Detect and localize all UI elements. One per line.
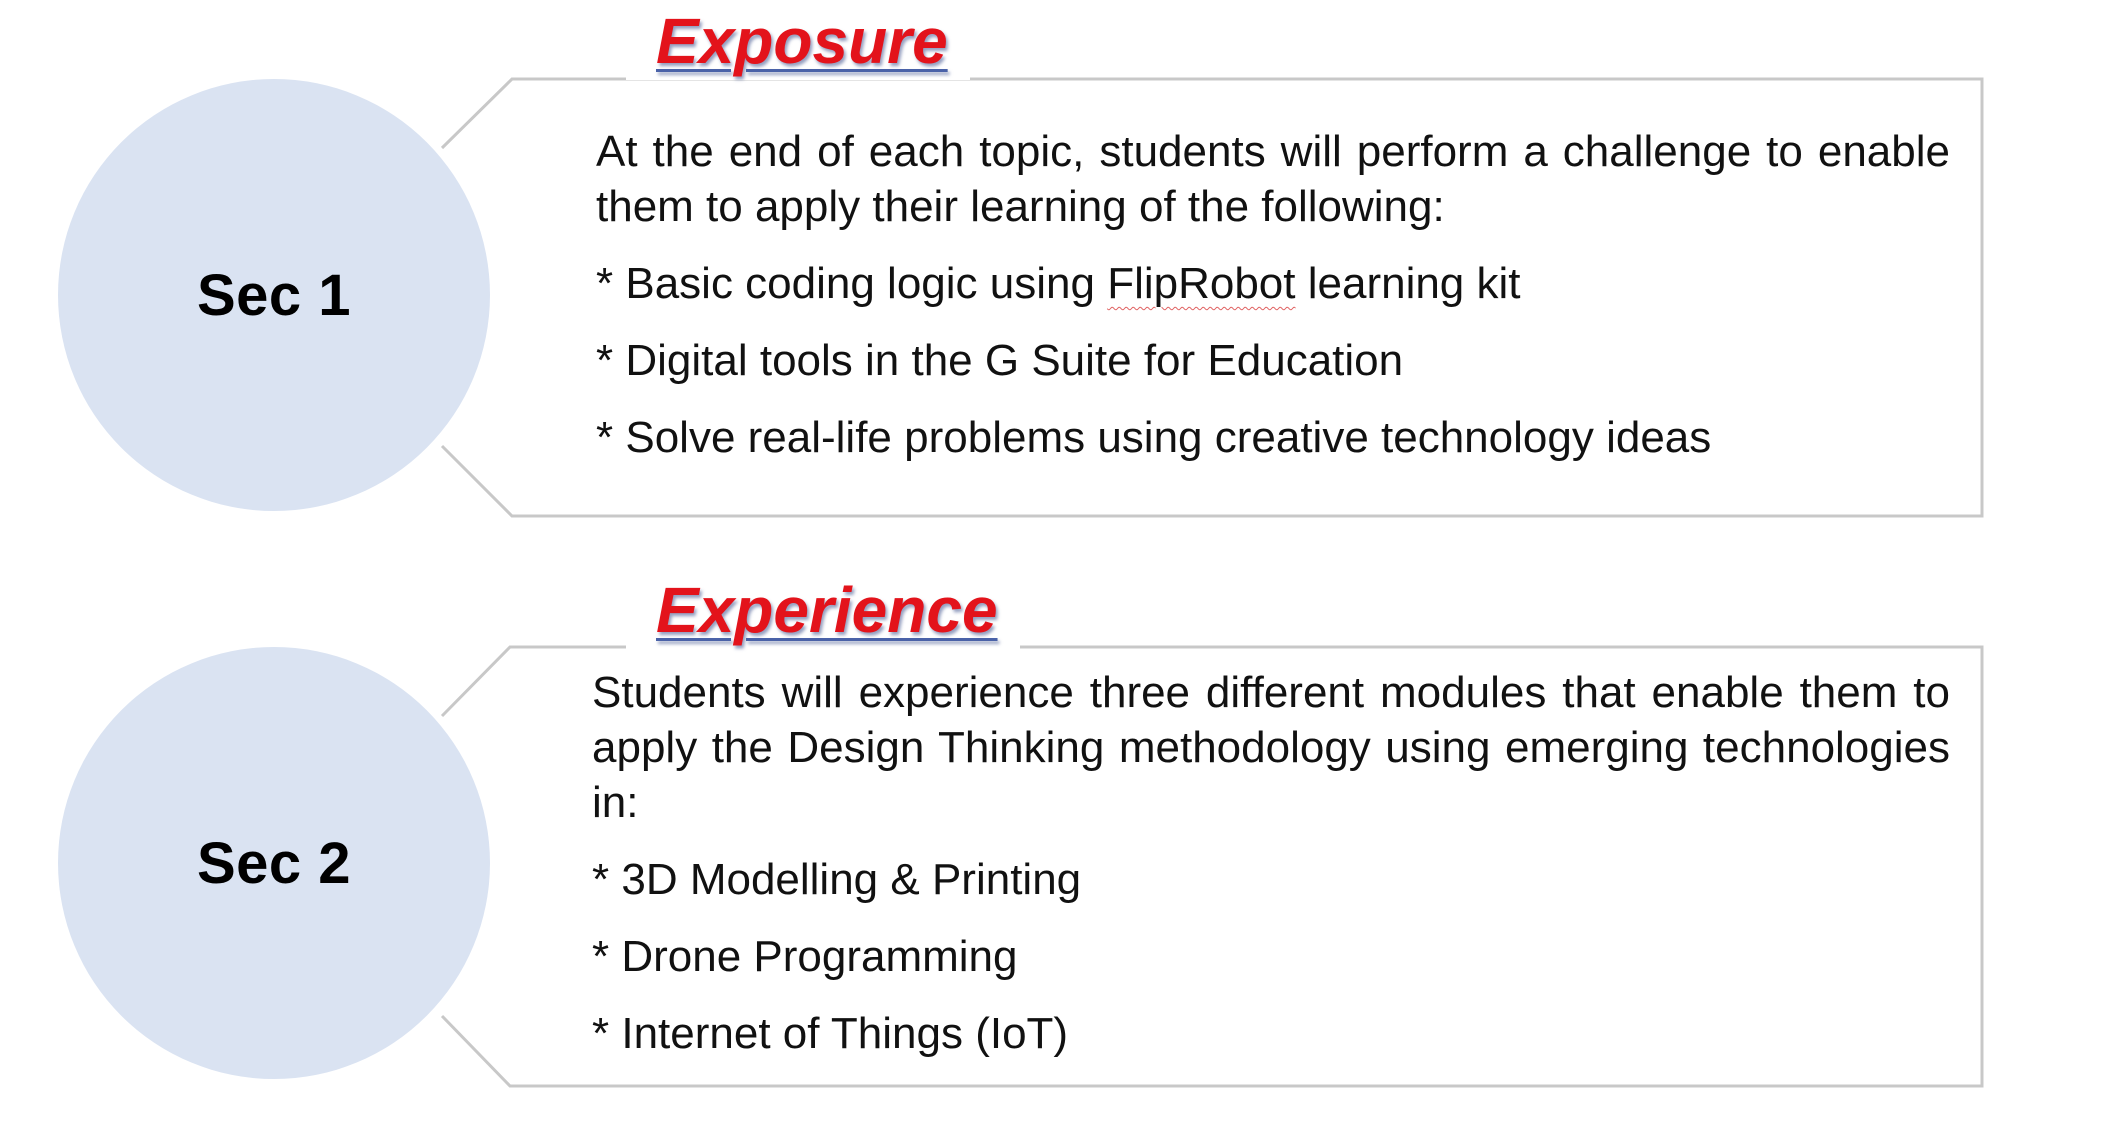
section-circle: Sec 1 (58, 79, 490, 511)
section-sec-1: Sec 1 Exposure At the end of each topic,… (0, 0, 2109, 560)
intro-text: At the end of each topic, students will … (596, 127, 1950, 231)
spellcheck-flagged-word: FlipRobot (1107, 259, 1296, 308)
bullet-item: * 3D Modelling & Printing (592, 855, 1082, 904)
bullet-item: * Drone Programming (592, 932, 1018, 981)
bullet-item: * Internet of Things (IoT) (592, 1009, 1069, 1058)
bullet-prefix: * Basic coding logic using (596, 259, 1108, 308)
bullet-item: * Digital tools in the G Suite for Educa… (596, 336, 1404, 385)
bullet-list: * 3D Modelling & Printing * Drone Progra… (592, 852, 1950, 1061)
circle-label: Sec 2 (196, 830, 352, 896)
bullet-list: * Basic coding logic using FlipRobot lea… (596, 256, 1950, 465)
section-content: At the end of each topic, students will … (596, 124, 1950, 487)
section-content: Students will experience three different… (592, 665, 1950, 1083)
diagram: Sec 1 Exposure At the end of each topic,… (0, 0, 2109, 1116)
section-heading: Exposure (626, 2, 970, 80)
section-sec-2: Sec 2 Experience Students will experienc… (0, 568, 2109, 1128)
bullet-item: * Basic coding logic using FlipRobot lea… (596, 256, 1950, 311)
circle-label: Sec 1 (196, 262, 352, 328)
intro-text: Students will experience three different… (592, 668, 1950, 827)
section-heading: Experience (626, 571, 1020, 649)
bullet-suffix: learning kit (1295, 259, 1521, 308)
bullet-item: * Solve real-life problems using creativ… (596, 413, 1712, 462)
section-circle: Sec 2 (58, 647, 490, 1079)
